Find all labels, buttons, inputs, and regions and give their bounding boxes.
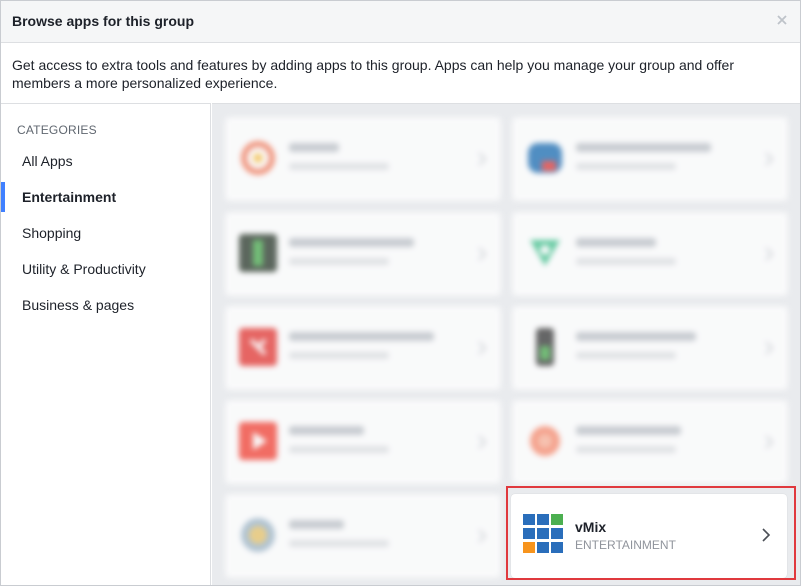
sidebar-item-business-pages[interactable]: Business & pages <box>1 290 210 320</box>
app-card[interactable] <box>225 494 501 578</box>
chevron-right-icon <box>765 341 774 355</box>
app-icon <box>536 328 554 366</box>
browse-apps-dialog: Browse apps for this group Get access to… <box>0 0 801 586</box>
dialog-header: Browse apps for this group <box>1 1 800 43</box>
app-icon <box>241 518 275 552</box>
close-icon[interactable] <box>774 12 790 28</box>
app-icon <box>239 234 277 272</box>
app-icon <box>530 426 560 456</box>
sidebar-item-label: Shopping <box>22 225 82 241</box>
app-card[interactable] <box>225 306 501 390</box>
dialog-description: Get access to extra tools and features b… <box>12 57 734 91</box>
app-card[interactable] <box>512 212 788 296</box>
chevron-right-icon <box>765 247 774 261</box>
chevron-right-icon <box>478 435 487 449</box>
app-card[interactable] <box>512 117 788 201</box>
category-sidebar: CATEGORIES All Apps Entertainment Shoppi… <box>1 103 211 585</box>
app-card[interactable] <box>512 306 788 390</box>
app-icon <box>239 328 277 366</box>
sidebar-item-all-apps[interactable]: All Apps <box>1 146 210 176</box>
app-card[interactable] <box>225 117 501 201</box>
chevron-right-icon <box>765 152 774 166</box>
chevron-right-icon <box>478 152 487 166</box>
app-card[interactable] <box>225 400 501 484</box>
chevron-right-icon <box>478 529 487 543</box>
chevron-right-icon <box>478 341 487 355</box>
dialog-title: Browse apps for this group <box>12 13 195 29</box>
sidebar-item-label: All Apps <box>22 153 73 169</box>
categories-heading: CATEGORIES <box>17 123 97 137</box>
active-indicator <box>1 182 5 212</box>
sidebar-item-entertainment[interactable]: Entertainment <box>1 182 210 212</box>
app-card[interactable] <box>225 212 501 296</box>
sidebar-item-utility-productivity[interactable]: Utility & Productivity <box>1 254 210 284</box>
highlight-box <box>506 486 796 580</box>
app-card[interactable] <box>512 400 788 484</box>
app-icon <box>530 240 560 266</box>
chevron-right-icon <box>765 435 774 449</box>
app-icon <box>239 422 277 460</box>
chevron-right-icon <box>478 247 487 261</box>
sidebar-item-shopping[interactable]: Shopping <box>1 218 210 248</box>
sidebar-item-label: Business & pages <box>22 297 135 313</box>
app-icon <box>528 143 562 173</box>
app-icon <box>241 141 275 175</box>
sidebar-item-label: Entertainment <box>22 189 117 205</box>
sidebar-item-label: Utility & Productivity <box>22 261 146 277</box>
